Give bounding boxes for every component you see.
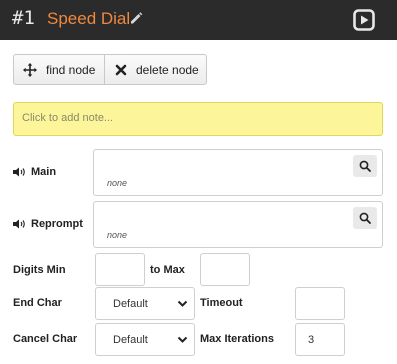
end-char-label: End Char [13,297,62,309]
node-header: #1 Speed Dial [0,0,397,40]
reprompt-box[interactable]: none [93,201,383,248]
main-prompt-text: Main [31,166,57,178]
max-iterations-input[interactable]: 3 [295,323,345,356]
delete-node-button[interactable]: delete node [105,55,206,84]
find-node-button[interactable]: find node [14,55,105,84]
play-square-icon[interactable] [352,8,376,32]
reprompt-value: none [107,230,128,240]
delete-node-label: delete node [136,62,199,77]
cancel-char-select[interactable]: Default [95,323,195,356]
chevron-down-icon [177,336,188,343]
pencil-icon[interactable] [128,11,144,27]
cancel-char-selected: Default [113,334,148,346]
main-prompt-value: none [107,178,128,188]
timeout-label: Timeout [200,297,243,309]
speaker-icon [13,167,25,177]
reprompt-text: Reprompt [31,218,83,230]
note-placeholder: Click to add note... [22,112,114,124]
node-toolbar: find node delete node [13,54,207,85]
chevron-down-icon [177,300,188,307]
to-max-input[interactable] [200,253,250,286]
main-prompt-box[interactable]: none [93,149,383,196]
timeout-input[interactable] [295,287,345,320]
search-icon [359,160,371,172]
x-icon [115,64,127,75]
end-char-selected: Default [113,298,148,310]
main-prompt-search-button[interactable] [353,155,377,177]
cancel-char-label: Cancel Char [13,333,78,345]
digits-min-label: Digits Min [13,264,66,276]
node-title[interactable]: Speed Dial [47,9,130,29]
speaker-icon [13,219,25,229]
note-field[interactable]: Click to add note... [13,102,383,136]
reprompt-search-button[interactable] [353,207,377,229]
max-iterations-label: Max Iterations [200,333,274,345]
reprompt-label: Reprompt [13,218,83,230]
end-char-select[interactable]: Default [95,287,195,320]
node-number: #1 [12,7,35,29]
digits-min-input[interactable] [95,253,145,286]
crosshair-move-icon [23,62,37,77]
main-prompt-label: Main [13,166,56,178]
search-icon [359,212,371,224]
to-max-label: to Max [150,264,185,276]
find-node-label: find node [46,62,96,77]
